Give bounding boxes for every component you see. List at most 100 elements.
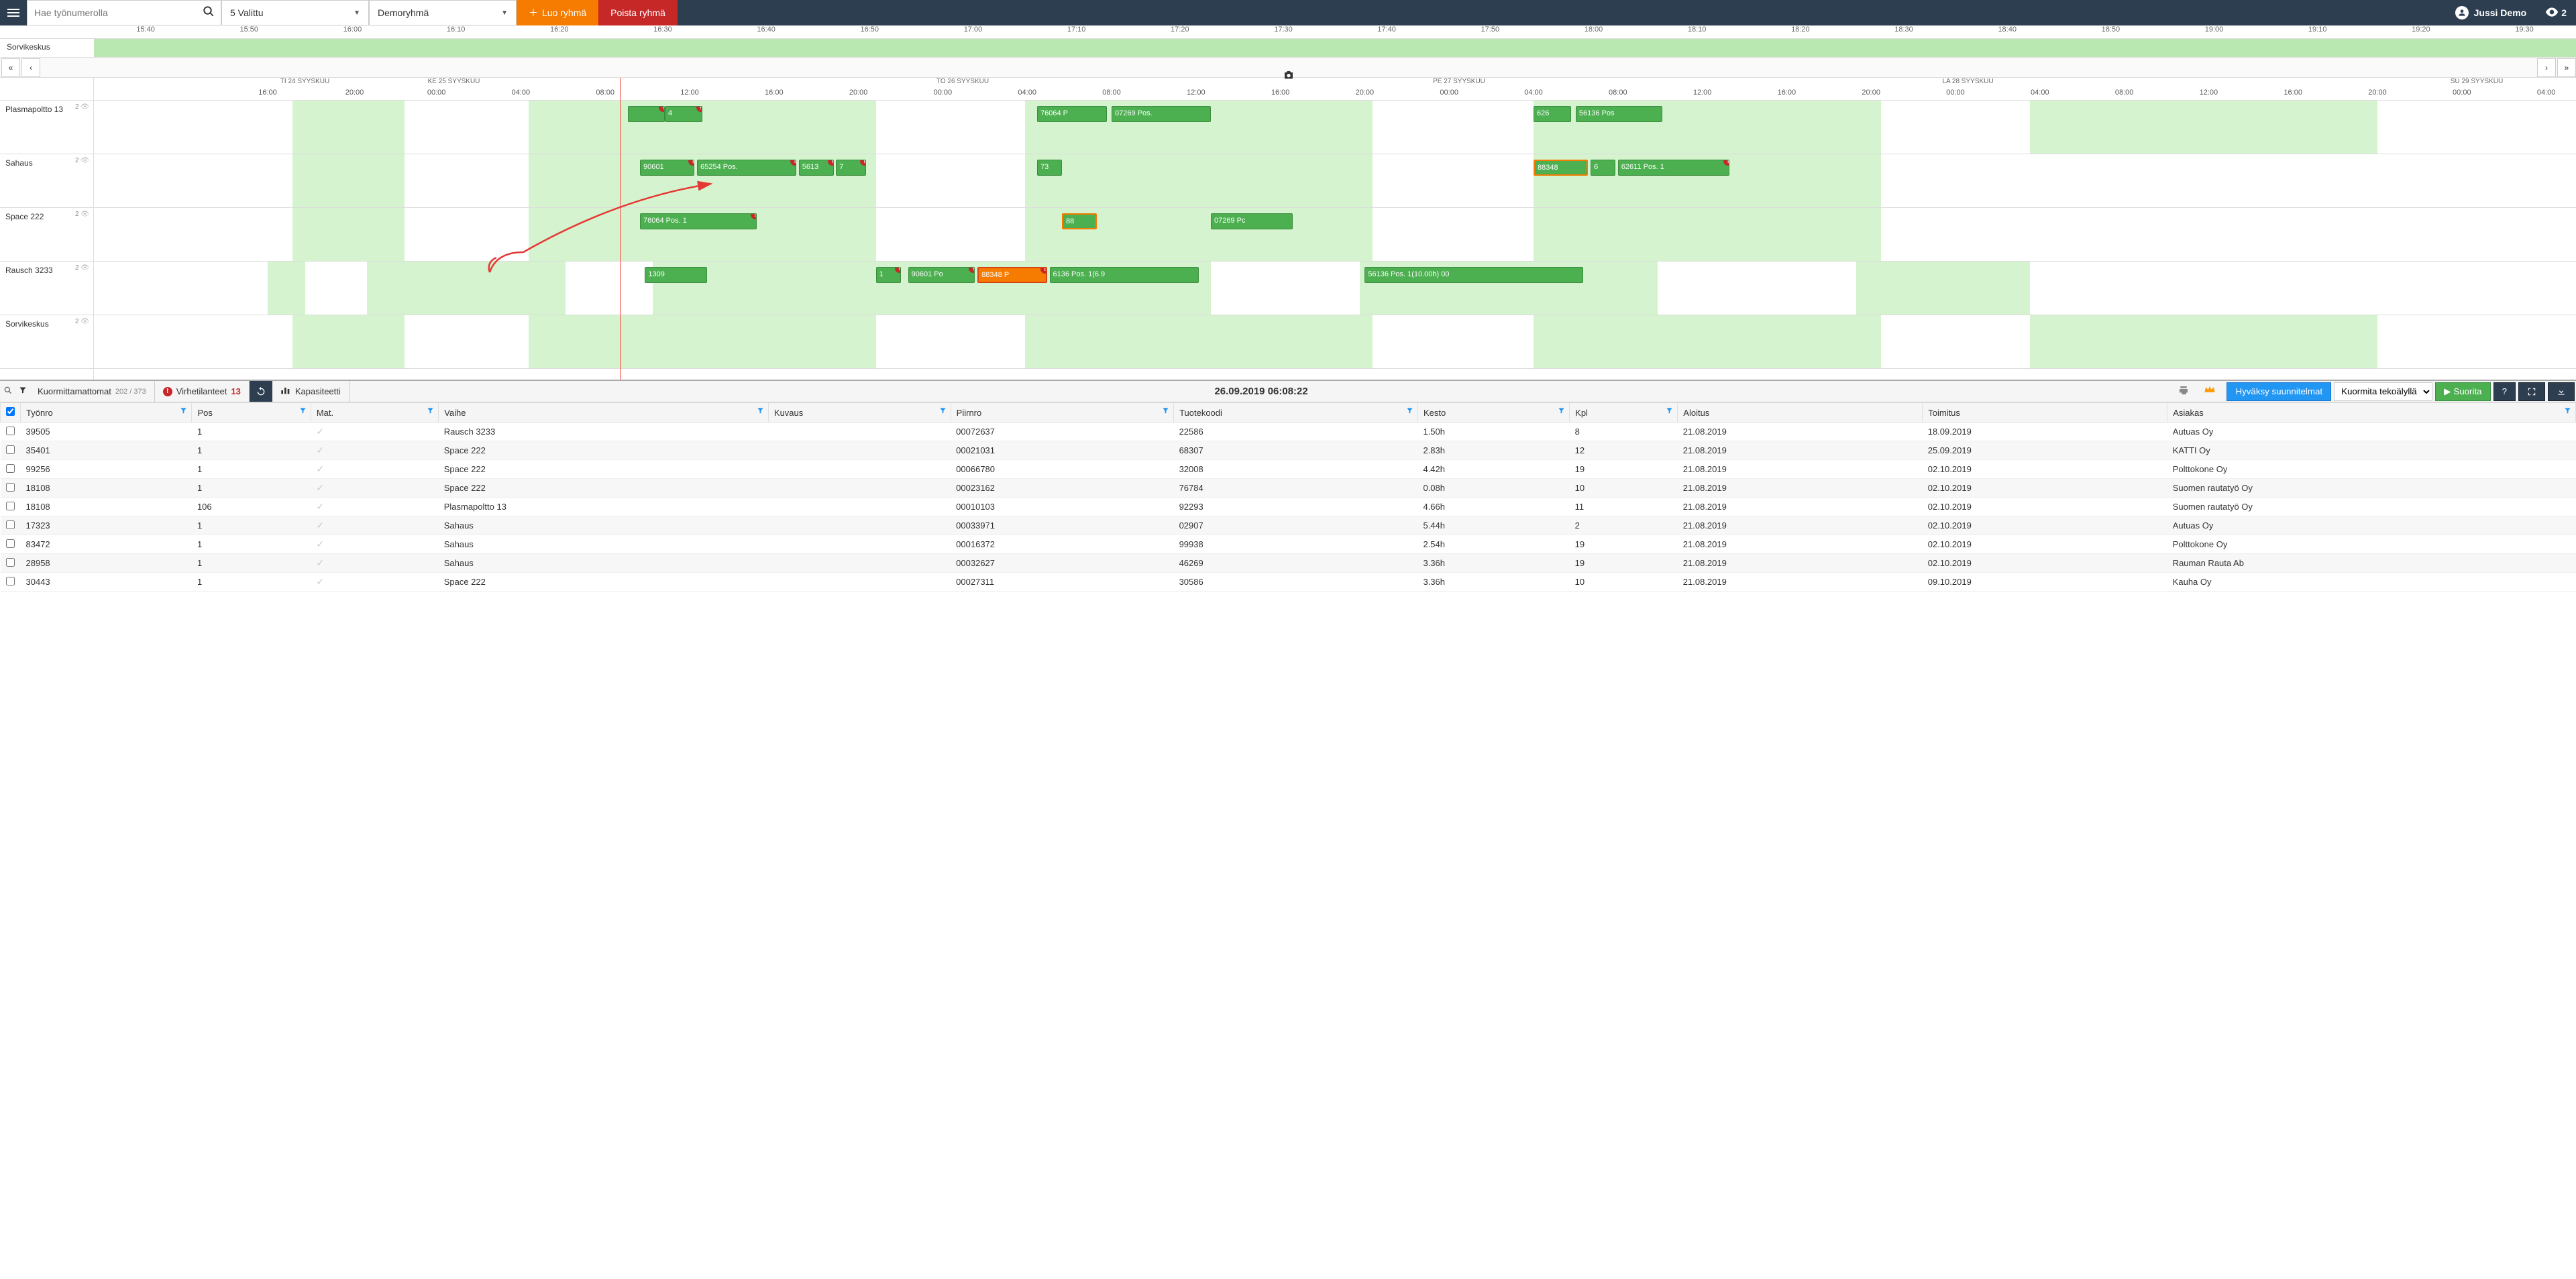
gantt-task[interactable]: 4!: [665, 106, 702, 122]
resource-label[interactable]: Plasmapoltto 132: [0, 101, 93, 154]
refresh-button[interactable]: [250, 381, 272, 402]
unloaded-tab[interactable]: Kuormittamattomat 202 / 373: [30, 381, 155, 402]
column-header[interactable]: Kpl: [1570, 403, 1678, 423]
column-header[interactable]: Työnro: [21, 403, 192, 423]
approve-plans-button[interactable]: Hyväksy suunnitelmat: [2226, 382, 2331, 401]
column-header[interactable]: Piirnro: [951, 403, 1173, 423]
errors-tab[interactable]: ! Virhetilanteet 13: [155, 381, 250, 402]
gantt-task[interactable]: 62611 Pos. 1!: [1618, 160, 1730, 176]
row-checkbox[interactable]: [6, 427, 15, 435]
selection-count-dropdown[interactable]: 5 Valittu▼: [221, 0, 369, 25]
column-header[interactable]: Pos: [192, 403, 311, 423]
nav-fast-forward-button[interactable]: »: [2557, 58, 2576, 77]
column-header[interactable]: Kesto: [1417, 403, 1569, 423]
column-header[interactable]: Vaihe: [439, 403, 769, 423]
gantt-task[interactable]: 1309: [645, 267, 707, 283]
gantt-task[interactable]: 1!: [876, 267, 901, 283]
filter-icon[interactable]: [16, 386, 30, 396]
nav-back-button[interactable]: ‹: [21, 58, 40, 77]
gantt-task[interactable]: 6: [1591, 160, 1615, 176]
select-all-checkbox[interactable]: [6, 407, 15, 416]
resource-row[interactable]: !4! 76064 P 07269 Pos. 626 56136 Pos: [94, 101, 2576, 154]
menu-button[interactable]: [0, 0, 27, 25]
gantt-task[interactable]: 5613!: [799, 160, 834, 176]
table-row[interactable]: 992561✓Space 22200066780320084.42h1921.0…: [1, 460, 2576, 479]
row-checkbox[interactable]: [6, 502, 15, 510]
nav-forward-button[interactable]: ›: [2537, 58, 2556, 77]
column-header[interactable]: Kuvaus: [768, 403, 951, 423]
fine-row-track[interactable]: [94, 39, 2576, 57]
gantt-task[interactable]: 56136 Pos. 1(10.00h) 00: [1364, 267, 1583, 283]
gantt-task[interactable]: 7!: [836, 160, 865, 176]
column-header[interactable]: Tuotekoodi: [1174, 403, 1418, 423]
gantt-task[interactable]: 07269 Pc: [1211, 213, 1293, 229]
filter-icon[interactable]: [427, 407, 434, 416]
table-row[interactable]: 354011✓Space 22200021031683072.83h1221.0…: [1, 441, 2576, 460]
search-input[interactable]: [28, 1, 197, 25]
resource-row[interactable]: [94, 315, 2576, 369]
row-checkbox[interactable]: [6, 558, 15, 567]
fullscreen-button[interactable]: [2518, 382, 2545, 401]
resource-row[interactable]: 1309 1! 90601 Po!88348 P!6136 Pos. 1(6.9 56…: [94, 262, 2576, 315]
filter-icon[interactable]: [939, 407, 947, 416]
filter-icon[interactable]: [1666, 407, 1673, 416]
filter-icon[interactable]: [757, 407, 764, 416]
table-row[interactable]: 18108106✓Plasmapoltto 1300010103922934.6…: [1, 498, 2576, 516]
resource-label[interactable]: Rausch 32332: [0, 262, 93, 315]
column-header[interactable]: Mat.: [311, 403, 438, 423]
table-row[interactable]: 181081✓Space 22200023162767840.08h1021.0…: [1, 479, 2576, 498]
gantt-task[interactable]: 90601 Po!: [908, 267, 975, 283]
column-header[interactable]: Toimitus: [1923, 403, 2167, 423]
resource-row[interactable]: 76064 Pos. 1! 88 07269 Pc: [94, 208, 2576, 262]
gantt-grid[interactable]: TI 24 SYYSKUUKE 25 SYYSKUUTO 26 SYYSKUUP…: [94, 78, 2576, 380]
capacity-tab[interactable]: Kapasiteetti: [272, 381, 350, 402]
execute-button[interactable]: ▶ Suorita: [2435, 382, 2490, 401]
gantt-task[interactable]: 76064 Pos. 1!: [640, 213, 757, 229]
row-checkbox[interactable]: [6, 520, 15, 529]
help-button[interactable]: ?: [2493, 382, 2516, 401]
row-checkbox[interactable]: [6, 483, 15, 492]
download-button[interactable]: [2548, 382, 2575, 401]
watchers-indicator[interactable]: 2: [2536, 0, 2576, 25]
table-row[interactable]: 173231✓Sahaus00033971029075.44h221.08.20…: [1, 516, 2576, 535]
gantt-task[interactable]: 76064 P: [1037, 106, 1107, 122]
row-checkbox[interactable]: [6, 539, 15, 548]
filter-icon[interactable]: [299, 407, 307, 416]
resource-label[interactable]: Space 2222: [0, 208, 93, 262]
search-icon[interactable]: [0, 386, 16, 397]
table-row[interactable]: 289581✓Sahaus00032627462693.36h1921.08.2…: [1, 554, 2576, 573]
gantt-task[interactable]: 88: [1062, 213, 1097, 229]
delete-group-button[interactable]: Poista ryhmä: [598, 0, 678, 25]
row-checkbox[interactable]: [6, 464, 15, 473]
print-icon[interactable]: [2173, 385, 2194, 398]
filter-icon[interactable]: [1406, 407, 1413, 416]
gantt-task[interactable]: 88348: [1534, 160, 1588, 176]
table-row[interactable]: 395051✓Rausch 323300072637225861.50h821.…: [1, 423, 2576, 441]
table-row[interactable]: 304431✓Space 22200027311305863.36h1021.0…: [1, 573, 2576, 592]
ai-load-select[interactable]: Kuormita tekoälyllä: [2334, 382, 2432, 401]
table-row[interactable]: 834721✓Sahaus00016372999382.54h1921.08.2…: [1, 535, 2576, 554]
filter-icon[interactable]: [1162, 407, 1169, 416]
search-icon[interactable]: [197, 5, 221, 21]
crown-icon[interactable]: [2196, 382, 2224, 401]
create-group-button[interactable]: ＋Luo ryhmä: [517, 0, 598, 25]
gantt-task[interactable]: 88348 P!: [977, 267, 1047, 283]
filter-icon[interactable]: [180, 407, 187, 416]
filter-icon[interactable]: [2564, 407, 2571, 416]
group-dropdown[interactable]: Demoryhmä▼: [369, 0, 517, 25]
user-menu[interactable]: Jussi Demo: [2446, 0, 2536, 25]
gantt-task[interactable]: 56136 Pos: [1576, 106, 1663, 122]
column-header[interactable]: Aloitus: [1678, 403, 1923, 423]
row-checkbox[interactable]: [6, 577, 15, 586]
resource-label[interactable]: Sorvikeskus2: [0, 315, 93, 369]
gantt-task[interactable]: 6136 Pos. 1(6.9: [1050, 267, 1199, 283]
nav-fast-back-button[interactable]: «: [1, 58, 20, 77]
gantt-task[interactable]: !: [628, 106, 665, 122]
column-header[interactable]: Asiakas: [2167, 403, 2576, 423]
row-checkbox[interactable]: [6, 445, 15, 454]
gantt-task[interactable]: 73: [1037, 160, 1062, 176]
gantt-task[interactable]: 65254 Pos.!: [697, 160, 796, 176]
gantt-task[interactable]: 626: [1534, 106, 1571, 122]
resource-row[interactable]: 90601!65254 Pos.!5613!7!7388348662611 Po…: [94, 154, 2576, 208]
gantt-task[interactable]: 07269 Pos.: [1112, 106, 1211, 122]
